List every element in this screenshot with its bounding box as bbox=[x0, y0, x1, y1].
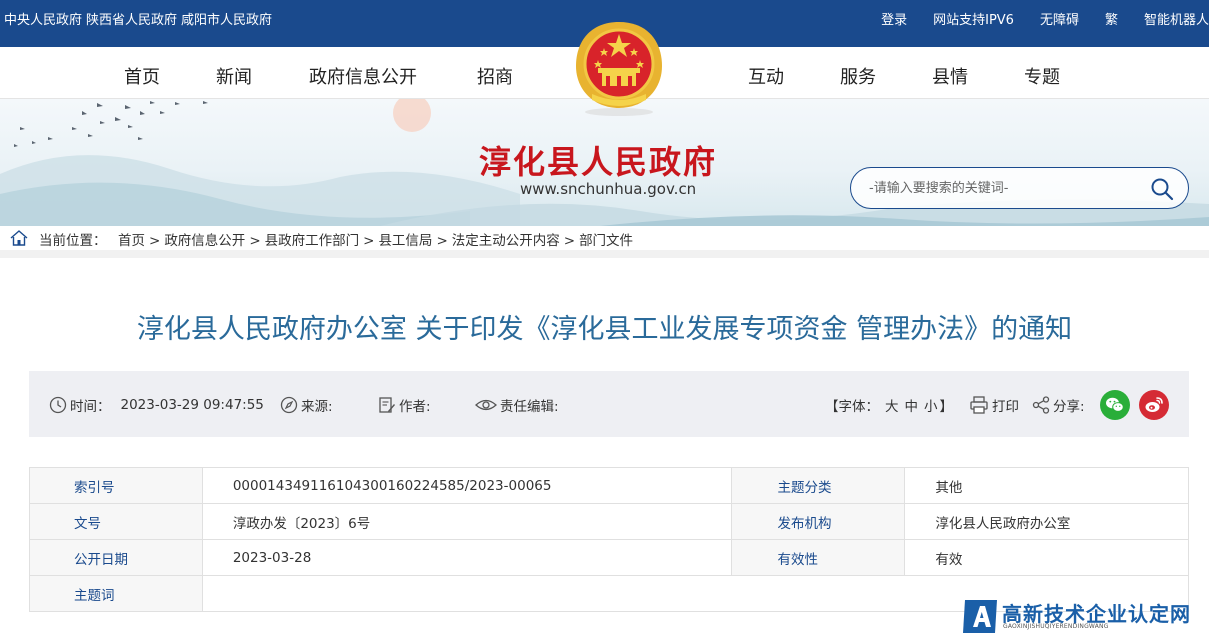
doc-number-value: 淳政办发〔2023〕6号 bbox=[201, 503, 732, 540]
article-meta-bar: 时间： 2023-03-29 09:47:55 来源: 作者: 责任编辑: 【字… bbox=[29, 371, 1189, 437]
breadcrumb-separator: > bbox=[563, 233, 576, 249]
printer-icon bbox=[970, 396, 988, 414]
doc-number-key: 文号 bbox=[29, 503, 203, 540]
traditional-chinese-link[interactable]: 繁 bbox=[1105, 9, 1118, 28]
ipv6-link[interactable]: 网站支持IPV6 bbox=[933, 9, 1014, 28]
breadcrumb-home[interactable]: 首页 bbox=[118, 233, 145, 249]
breadcrumb-separator: > bbox=[149, 233, 161, 249]
author: 作者: bbox=[378, 395, 431, 415]
watermark-subtext: GAOXINJISHUQIYERENDINGWANG bbox=[1003, 623, 1109, 630]
table-row: 公开日期 2023-03-28 有效性 有效 bbox=[29, 539, 1189, 576]
validity-value: 有效 bbox=[904, 539, 1189, 576]
nav-home[interactable]: 首页 bbox=[124, 63, 160, 89]
site-name: 淳化县人民政府 bbox=[479, 143, 718, 181]
topic-category-key: 主题分类 bbox=[730, 467, 906, 504]
keywords-key: 主题词 bbox=[29, 575, 203, 612]
font-size-controls: 【字体： 大 中 小 】 bbox=[825, 395, 953, 415]
font-large-button[interactable]: 大 bbox=[885, 395, 899, 415]
nav-topics[interactable]: 专题 bbox=[1024, 63, 1060, 89]
table-row: 文号 淳政办发〔2023〕6号 发布机构 淳化县人民政府办公室 bbox=[29, 503, 1189, 540]
print-label: 打印 bbox=[992, 399, 1019, 415]
nav-news[interactable]: 新闻 bbox=[216, 63, 252, 89]
time-value: 2023-03-29 09:47:55 bbox=[120, 397, 264, 413]
clock-icon bbox=[49, 396, 67, 414]
divider bbox=[0, 250, 1209, 258]
editor: 责任编辑: bbox=[475, 395, 559, 415]
font-size-bracket: 】 bbox=[939, 399, 954, 415]
national-emblem-icon bbox=[576, 22, 662, 116]
time-label: 时间： bbox=[70, 399, 111, 415]
edit-document-icon bbox=[379, 397, 395, 413]
breadcrumb-dept-docs[interactable]: 部门文件 bbox=[579, 233, 633, 249]
font-medium-button[interactable]: 中 bbox=[905, 395, 919, 415]
watermark-logo-icon bbox=[963, 600, 997, 633]
source: 来源: bbox=[280, 395, 333, 415]
wechat-share-button[interactable] bbox=[1100, 390, 1130, 420]
nav-gov-info[interactable]: 政府信息公开 bbox=[309, 63, 417, 89]
search-box bbox=[850, 167, 1189, 209]
editor-label: 责任编辑: bbox=[500, 399, 559, 415]
eye-icon bbox=[475, 399, 497, 411]
breadcrumb-separator: > bbox=[436, 233, 448, 249]
document-info-table: 索引号 000014349116104300160224585/2023-000… bbox=[29, 467, 1190, 612]
top-left-links: 中央人民政府 陕西省人民政府 咸阳市人民政府 bbox=[4, 9, 276, 28]
share: 分享: bbox=[1032, 395, 1085, 415]
print-button[interactable]: 打印 bbox=[969, 395, 1019, 415]
validity-key: 有效性 bbox=[730, 539, 906, 576]
nav-interaction[interactable]: 互动 bbox=[748, 63, 784, 89]
banner: 淳化县人民政府 www.snchunhua.gov.cn bbox=[0, 99, 1209, 226]
accessibility-link[interactable]: 无障碍 bbox=[1040, 9, 1079, 28]
index-number-value: 000014349116104300160224585/2023-00065 bbox=[201, 467, 732, 504]
wechat-icon bbox=[1106, 397, 1124, 412]
link-shaanxi-gov[interactable]: 陕西省人民政府 bbox=[86, 13, 177, 28]
topic-category-value: 其他 bbox=[904, 467, 1189, 504]
breadcrumb-trail: 首页 > 政府信息公开 > 县政府工作部门 > 县工信局 > 法定主动公开内容 > 部门文件 bbox=[118, 229, 633, 249]
breadcrumb-statutory-content[interactable]: 法定主动公开内容 bbox=[452, 233, 560, 249]
home-icon bbox=[10, 230, 28, 246]
breadcrumb: 当前位置： 首页 > 政府信息公开 > 县政府工作部门 > 县工信局 > 法定主动公开内容 > 部门… bbox=[0, 226, 1209, 250]
nav-investment[interactable]: 招商 bbox=[477, 63, 513, 89]
weibo-icon bbox=[1145, 397, 1163, 412]
link-xianyang-gov[interactable]: 咸阳市人民政府 bbox=[181, 13, 272, 28]
publish-time: 时间： 2023-03-29 09:47:55 bbox=[49, 395, 264, 415]
issuing-agency-key: 发布机构 bbox=[730, 503, 906, 540]
watermark: 高新技术企业认定网 GAOXINJISHUQIYERENDINGWANG bbox=[962, 596, 1209, 637]
search-input[interactable] bbox=[869, 178, 1139, 198]
font-size-label: 【字体： bbox=[825, 399, 879, 415]
nav-county-info[interactable]: 县情 bbox=[932, 63, 968, 89]
breadcrumb-gov-info[interactable]: 政府信息公开 bbox=[164, 233, 245, 249]
breadcrumb-separator: > bbox=[249, 233, 261, 249]
page-title: 淳化县人民政府办公室 关于印发《淳化县工业发展专项资金 管理办法》的通知 bbox=[136, 314, 1073, 345]
source-label: 来源: bbox=[301, 399, 333, 415]
publish-date-key: 公开日期 bbox=[29, 539, 203, 576]
share-icon bbox=[1032, 396, 1050, 414]
login-link[interactable]: 登录 bbox=[881, 9, 907, 28]
search-icon[interactable] bbox=[1150, 177, 1174, 201]
author-label: 作者: bbox=[399, 399, 431, 415]
publish-date-value: 2023-03-28 bbox=[201, 539, 732, 576]
font-small-button[interactable]: 小 bbox=[924, 395, 938, 415]
table-row: 索引号 000014349116104300160224585/2023-000… bbox=[29, 467, 1189, 504]
breadcrumb-separator: > bbox=[363, 233, 375, 249]
compass-icon bbox=[280, 396, 298, 414]
breadcrumb-departments[interactable]: 县政府工作部门 bbox=[265, 233, 360, 249]
weibo-share-button[interactable] bbox=[1139, 390, 1169, 420]
chatbot-link[interactable]: 智能机器人 bbox=[1144, 9, 1209, 28]
link-central-gov[interactable]: 中央人民政府 bbox=[4, 13, 82, 28]
breadcrumb-industry-bureau[interactable]: 县工信局 bbox=[378, 233, 432, 249]
share-label: 分享: bbox=[1053, 399, 1085, 415]
issuing-agency-value: 淳化县人民政府办公室 bbox=[904, 503, 1189, 540]
nav-service[interactable]: 服务 bbox=[840, 63, 876, 89]
breadcrumb-label: 当前位置： bbox=[39, 233, 107, 249]
top-right-links: 登录 网站支持IPV6 无障碍 繁 智能机器人 bbox=[855, 9, 1209, 28]
index-number-key: 索引号 bbox=[29, 467, 203, 504]
site-url: www.snchunhua.gov.cn bbox=[520, 180, 697, 198]
